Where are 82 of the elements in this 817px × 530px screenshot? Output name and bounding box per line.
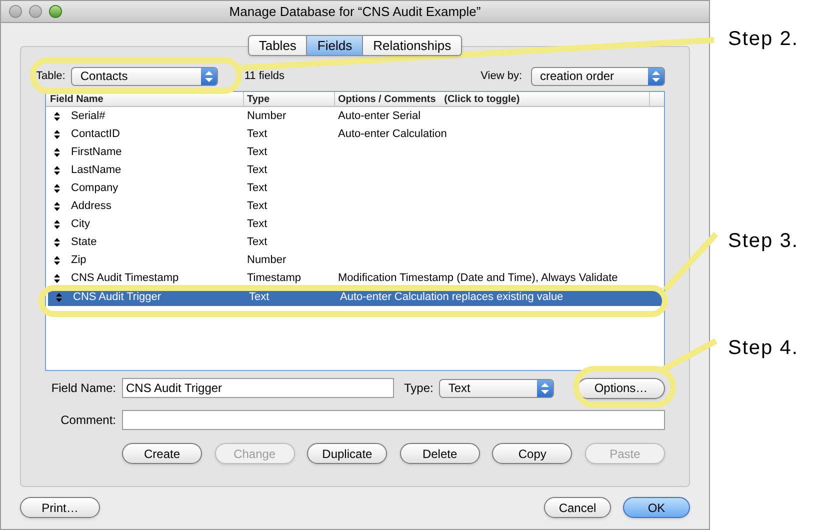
- type-label: Type:: [404, 380, 434, 397]
- type-cell-text: Text: [248, 290, 270, 305]
- stepper-icon: [201, 68, 218, 84]
- view-by-dropdown[interactable]: creation order: [531, 66, 665, 86]
- table-dropdown[interactable]: Contacts: [71, 66, 218, 86]
- field-row[interactable]: Address Text: [46, 197, 664, 215]
- field-name-input[interactable]: CNS Audit Trigger: [122, 378, 394, 398]
- sort-handle-icon[interactable]: [54, 130, 60, 138]
- view-by-label: View by:: [480, 68, 522, 84]
- sort-handle-icon[interactable]: [54, 238, 60, 246]
- type-cell-text: Text: [246, 144, 268, 160]
- field-row[interactable]: Company Text: [46, 179, 664, 197]
- sort-handle-icon[interactable]: [54, 220, 60, 228]
- type-dropdown[interactable]: Text: [439, 378, 554, 398]
- field-name-cell-text: City: [71, 216, 90, 232]
- field-name-cell-text: Zip: [71, 252, 86, 268]
- type-cell-text: Timestamp: [246, 270, 302, 286]
- type-cell-text: Text: [246, 180, 268, 196]
- step-label: Step 4.: [728, 336, 798, 361]
- options-cell-text: Auto-enter Serial: [337, 108, 421, 124]
- field-name-cell-text: CNS Audit Timestamp: [71, 270, 179, 286]
- print-button[interactable]: Print…: [20, 497, 100, 518]
- options-button[interactable]: Options…: [577, 378, 665, 398]
- field-row[interactable]: LastName Text: [46, 161, 664, 179]
- step-label: Step 2.: [728, 27, 798, 52]
- comment-label: Comment:: [60, 412, 116, 429]
- field-row[interactable]: Serial# Number Auto-enter Serial: [46, 107, 664, 125]
- column-header[interactable]: Type: [244, 92, 335, 106]
- options-cell-text: Modification Timestamp (Date and Time), Always Validate: [337, 270, 618, 286]
- field-row[interactable]: ContactID Text Auto-enter Calculation: [46, 125, 664, 143]
- sort-handle-icon[interactable]: [56, 292, 62, 302]
- callout-line: [658, 338, 718, 374]
- sort-handle-icon[interactable]: [54, 256, 60, 264]
- field-name-cell-text: State: [71, 234, 97, 250]
- sort-handle-icon[interactable]: [54, 166, 60, 174]
- action-button[interactable]: Delete: [400, 443, 480, 464]
- stepper-icon: [537, 380, 554, 396]
- step-label: Step 3.: [728, 229, 798, 254]
- action-button[interactable]: Duplicate: [307, 443, 388, 464]
- column-header[interactable]: Options / Comments (Click to toggle): [335, 92, 650, 106]
- sort-handle-icon[interactable]: [54, 112, 60, 120]
- type-cell-text: Text: [246, 216, 268, 232]
- stepper-icon: [648, 68, 664, 84]
- field-row[interactable]: FirstName Text: [46, 143, 664, 161]
- field-row[interactable]: CNS Audit Timestamp Timestamp Modification Timestamp (Date and Time), Always Validate: [46, 269, 664, 287]
- field-name-cell-text: Address: [71, 198, 112, 214]
- field-row[interactable]: State Text: [46, 233, 664, 251]
- field-count: 11 fields: [244, 68, 285, 84]
- callout-line: [662, 232, 718, 292]
- action-button[interactable]: Copy: [492, 443, 572, 464]
- tab[interactable]: Fields: [306, 36, 362, 55]
- tab[interactable]: Relationships: [362, 36, 462, 55]
- sort-handle-icon[interactable]: [54, 202, 60, 210]
- field-name-cell-text: FirstName: [71, 144, 122, 160]
- comment-input[interactable]: [122, 410, 665, 430]
- table-label: Table:: [36, 68, 66, 84]
- field-name-cell-text: Serial#: [71, 108, 106, 124]
- field-row[interactable]: Zip Number: [46, 251, 664, 269]
- field-name-cell-text: ContactID: [71, 126, 120, 142]
- field-name-cell-text: CNS Audit Trigger: [73, 290, 162, 305]
- column-header[interactable]: Field Name: [46, 92, 244, 106]
- ok-button[interactable]: OK: [623, 497, 690, 518]
- field-name-cell-text: LastName: [71, 162, 122, 178]
- type-cell-text: Text: [246, 162, 268, 178]
- action-button[interactable]: Create: [122, 443, 202, 464]
- sort-handle-icon[interactable]: [54, 148, 60, 156]
- type-cell-text: Text: [246, 126, 268, 142]
- sort-handle-icon[interactable]: [54, 274, 60, 282]
- type-cell-text: Text: [246, 198, 268, 214]
- field-name-cell-text: Company: [71, 180, 118, 196]
- tab[interactable]: Tables: [248, 36, 306, 55]
- field-name-label: Field Name:: [50, 380, 116, 397]
- type-cell-text: Number: [246, 108, 288, 124]
- options-cell-text: Auto-enter Calculation replaces existing value: [339, 290, 564, 305]
- zoom-icon[interactable]: [49, 5, 62, 18]
- window-title: Manage Database for “CNS Audit Example”: [229, 2, 481, 21]
- type-cell-text: Number: [246, 252, 288, 268]
- cancel-button[interactable]: Cancel: [544, 497, 611, 518]
- type-cell-text: Text: [246, 234, 268, 250]
- options-cell-text: Auto-enter Calculation: [337, 126, 447, 142]
- sort-handle-icon[interactable]: [54, 184, 60, 192]
- field-row[interactable]: City Text: [46, 215, 664, 233]
